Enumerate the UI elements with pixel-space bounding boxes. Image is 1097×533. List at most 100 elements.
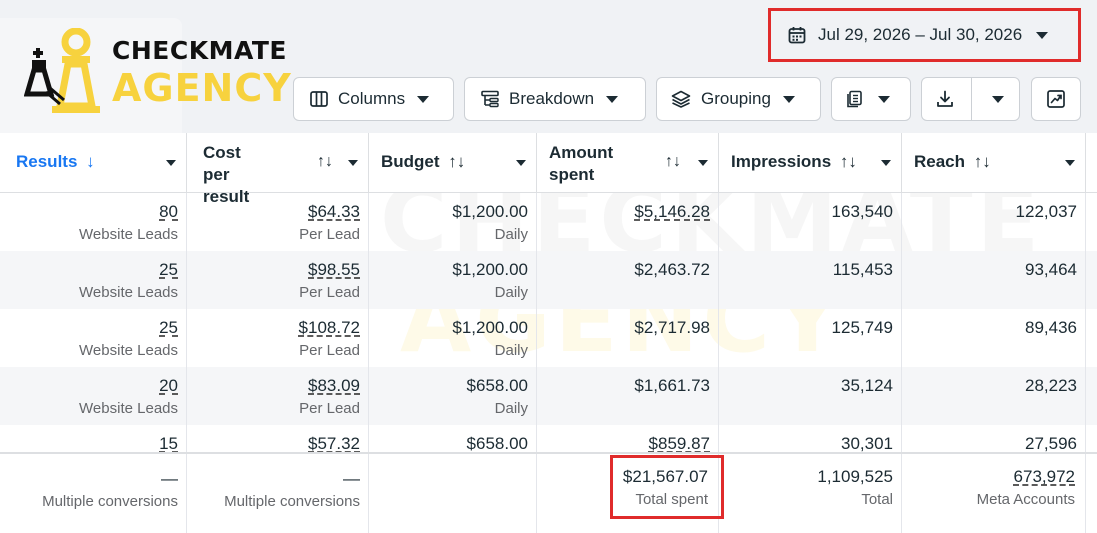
column-header-results[interactable]: Results ↓: [0, 133, 187, 193]
cell-amount-spent: $859.87: [537, 425, 719, 453]
columns-icon: [310, 91, 328, 107]
budget-sublabel: Daily: [494, 284, 528, 301]
cell-results: 20 Website Leads: [0, 367, 187, 425]
total-results-cell: — Multiple conversions: [0, 454, 187, 533]
reach-value: 93,464: [1025, 260, 1077, 279]
column-menu-chevron-icon[interactable]: [516, 160, 526, 166]
cell-cost-per-result: $64.33 Per Lead: [187, 193, 369, 251]
results-sublabel: Website Leads: [79, 284, 178, 301]
cost-per-result-value[interactable]: $108.72: [187, 317, 360, 339]
column-menu-chevron-icon[interactable]: [881, 160, 891, 166]
cost-per-result-sublabel: Per Lead: [299, 284, 360, 301]
view-charts-button[interactable]: [1031, 77, 1081, 121]
budget-sublabel: Daily: [494, 342, 528, 359]
date-range-label: Jul 29, 2026 – Jul 30, 2026: [818, 25, 1023, 44]
column-menu-chevron-icon[interactable]: [166, 160, 176, 166]
sort-icon: ↑↓: [448, 152, 466, 171]
cost-per-result-value[interactable]: $64.33: [187, 201, 360, 223]
checkmate-agency-logo: CHECKMATE AGENCY: [24, 28, 294, 118]
grouping-label: Grouping: [701, 89, 771, 108]
layers-icon: [671, 90, 691, 108]
table-row[interactable]: 25 Website Leads $98.55 Per Lead $1,200.00 Da…: [0, 251, 1097, 309]
cell-budget: $1,200.00 Daily: [369, 309, 537, 367]
cost-per-result-value[interactable]: $83.09: [187, 375, 360, 397]
amount-spent-value: $2,717.98: [634, 318, 710, 337]
reach-value: 28,223: [1025, 376, 1077, 395]
cell-amount-spent: $5,146.28: [537, 193, 719, 251]
cell-cost-per-result: $83.09 Per Lead: [187, 367, 369, 425]
column-label-budget: Budget: [381, 152, 440, 171]
cell-amount-spent: $1,661.73: [537, 367, 719, 425]
reports-button[interactable]: [831, 77, 911, 121]
results-sublabel: Website Leads: [79, 342, 178, 359]
total-impressions-cell: 1,109,525 Total: [719, 454, 902, 533]
total-cost-per-result-cell: — Multiple conversions: [187, 454, 369, 533]
table-row[interactable]: 20 Website Leads $83.09 Per Lead $658.00 Dail…: [0, 367, 1097, 425]
cell-cost-per-result: $108.72 Per Lead: [187, 309, 369, 367]
totals-row: — Multiple conversions — Multiple conver…: [0, 452, 1097, 533]
table-row[interactable]: 80 Website Leads $64.33 Per Lead $1,200.00 Da…: [0, 193, 1097, 251]
cell-results: 25 Website Leads: [0, 309, 187, 367]
column-label-impressions: Impressions: [731, 152, 832, 171]
cell-cost-per-result: $98.55 Per Lead: [187, 251, 369, 309]
column-menu-chevron-icon[interactable]: [1065, 160, 1075, 166]
cell-impressions: 115,453: [719, 251, 902, 309]
columns-label: Columns: [338, 89, 406, 108]
results-value[interactable]: 80: [0, 201, 178, 223]
impressions-value: 35,124: [841, 376, 893, 395]
cell-results: 25 Website Leads: [0, 251, 187, 309]
sort-icon: ↑↓: [839, 152, 857, 171]
column-header-budget[interactable]: Budget ↑↓: [369, 133, 537, 193]
budget-value: $1,200.00: [452, 260, 528, 279]
total-reach-value[interactable]: 673,972: [902, 466, 1075, 488]
results-value[interactable]: 25: [0, 259, 178, 281]
cell-reach: 89,436: [902, 309, 1086, 367]
date-range-picker[interactable]: Jul 29, 2026 – Jul 30, 2026: [776, 14, 1073, 56]
impressions-value: 115,453: [832, 260, 893, 279]
calendar-icon: [788, 27, 806, 44]
cell-reach: 122,037: [902, 193, 1086, 251]
column-header-cost-per-result[interactable]: Cost per result ↑↓: [187, 133, 369, 206]
cost-per-result-sublabel: Per Lead: [299, 342, 360, 359]
export-split-divider: [971, 78, 972, 120]
logo-line-2: AGENCY: [112, 66, 292, 110]
chevron-down-icon: [606, 95, 619, 103]
grouping-button[interactable]: Grouping: [656, 77, 821, 121]
sort-icon: ↑↓: [973, 152, 991, 171]
sort-descending-icon: ↓: [86, 152, 95, 171]
columns-button[interactable]: Columns: [293, 77, 454, 121]
amount-spent-value[interactable]: $5,146.28: [537, 201, 710, 223]
chevron-down-icon: [1036, 31, 1049, 39]
total-cost-per-result-label: Multiple conversions: [224, 493, 360, 510]
total-results-value: —: [161, 469, 178, 488]
total-reach-label: Meta Accounts: [976, 491, 1075, 508]
results-sublabel: Website Leads: [79, 226, 178, 243]
impressions-value: 163,540: [831, 202, 893, 221]
results-value[interactable]: 25: [0, 317, 178, 339]
total-cost-per-result-value: —: [343, 469, 360, 488]
total-impressions-label: Total: [861, 491, 893, 508]
table-row[interactable]: 15 $57.32 $658.00 $859.87 30,301 27,596: [0, 425, 1097, 453]
table-row[interactable]: 25 Website Leads $108.72 Per Lead $1,200.00 D…: [0, 309, 1097, 367]
impressions-value: 125,749: [831, 318, 893, 337]
chevron-down-icon: [878, 95, 890, 103]
reach-value: 89,436: [1025, 318, 1077, 337]
column-header-impressions[interactable]: Impressions ↑↓: [719, 133, 902, 193]
budget-sublabel: Daily: [494, 226, 528, 243]
cell-amount-spent: $2,463.72: [537, 251, 719, 309]
column-menu-chevron-icon[interactable]: [698, 160, 708, 166]
reach-value: 122,037: [1015, 202, 1077, 221]
column-header-reach[interactable]: Reach ↑↓: [902, 133, 1086, 193]
cell-reach: 93,464: [902, 251, 1086, 309]
budget-sublabel: Daily: [494, 400, 528, 417]
column-header-amount-spent[interactable]: Amount spent ↑↓: [537, 133, 719, 193]
download-icon: [937, 90, 953, 107]
total-spent-highlight: [610, 455, 724, 519]
results-value[interactable]: 20: [0, 375, 178, 397]
export-options-chevron-icon[interactable]: [992, 95, 1004, 103]
budget-value: $658.00: [466, 376, 528, 395]
column-menu-chevron-icon[interactable]: [348, 160, 358, 166]
breakdown-button[interactable]: Breakdown: [464, 77, 646, 121]
total-reach-cell: 673,972 Meta Accounts: [902, 454, 1086, 533]
cost-per-result-value[interactable]: $98.55: [187, 259, 360, 281]
